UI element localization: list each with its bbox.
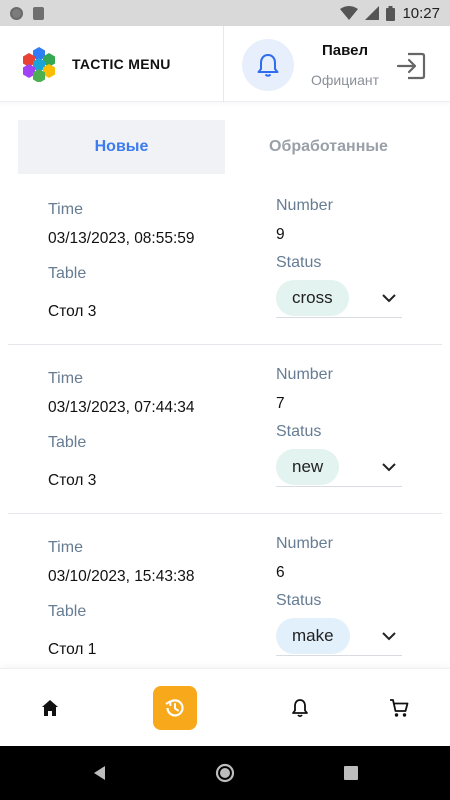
back-icon[interactable] [90,763,110,783]
time-label: Time [48,539,83,556]
wifi-icon [340,6,359,20]
bottom-nav [0,668,450,746]
logout-button[interactable] [393,49,429,83]
order-table: Стол 3 [48,472,97,489]
home-circle-icon[interactable] [215,763,235,783]
chevron-down-icon [382,632,396,641]
table-label: Table [48,265,87,282]
order-time: 03/10/2023, 15:43:38 [48,568,195,585]
status-label: Status [276,423,322,440]
order-card[interactable]: Time 03/10/2023, 15:43:38 Table Стол 1 N… [8,514,442,668]
clock: 10:27 [402,4,440,22]
order-number: 7 [276,395,285,412]
recents-icon[interactable] [341,763,361,783]
brand[interactable]: TACTIC MENU [22,46,171,82]
nav-cart[interactable] [377,686,421,730]
status-label: Status [276,592,322,609]
status-label: Status [276,254,322,271]
status-chip: cross [276,280,349,316]
time-label: Time [48,370,83,387]
number-label: Number [276,366,333,383]
cart-icon [390,699,409,717]
hexagon-logo-icon [23,47,55,82]
user-name: Павел [321,42,369,59]
brand-name: TACTIC MENU [72,56,171,72]
number-label: Number [276,535,333,552]
orders-list: Time 03/13/2023, 08:55:59 Table Стол 3 N… [0,176,450,668]
bell-icon [257,54,279,77]
status-select[interactable]: cross [276,280,402,318]
android-nav-bar [0,746,450,800]
table-label: Table [48,434,87,451]
order-time: 03/13/2023, 08:55:59 [48,230,195,247]
status-bar: 10:27 [0,0,450,26]
time-label: Time [48,201,83,218]
order-table: Стол 3 [48,303,97,320]
notifications-button[interactable] [242,39,294,91]
chevron-down-icon [382,294,396,303]
table-label: Table [48,603,87,620]
order-time: 03/13/2023, 07:44:34 [48,399,195,416]
status-chip: new [276,449,340,485]
order-card[interactable]: Time 03/13/2023, 08:55:59 Table Стол 3 N… [8,176,442,345]
history-icon [165,699,184,717]
bell-icon [292,699,308,718]
user-role: Официант [311,72,379,88]
order-tabs: Новые Обработанные [18,120,432,174]
notification-dot-icon [10,6,23,20]
order-card[interactable]: Time 03/13/2023, 07:44:34 Table Стол 3 N… [8,345,442,514]
tab-processed[interactable]: Обработанные [225,120,432,174]
home-icon [42,700,58,716]
tab-new[interactable]: Новые [18,120,225,174]
signal-icon [365,6,380,20]
app-header: TACTIC MENU Павел Официант [0,26,450,102]
nav-notifications[interactable] [278,686,322,730]
order-number: 6 [276,564,285,581]
battery-icon [386,5,396,21]
header-divider [223,26,224,102]
status-select[interactable]: new [276,449,402,487]
sd-card-icon [33,6,44,20]
order-number: 9 [276,226,285,243]
status-chip: make [276,618,350,654]
nav-history[interactable] [153,686,197,730]
logout-icon [396,52,426,80]
nav-home[interactable] [28,686,72,730]
order-table: Стол 1 [48,641,97,658]
number-label: Number [276,197,333,214]
status-select[interactable]: make [276,618,402,656]
chevron-down-icon [382,463,396,472]
